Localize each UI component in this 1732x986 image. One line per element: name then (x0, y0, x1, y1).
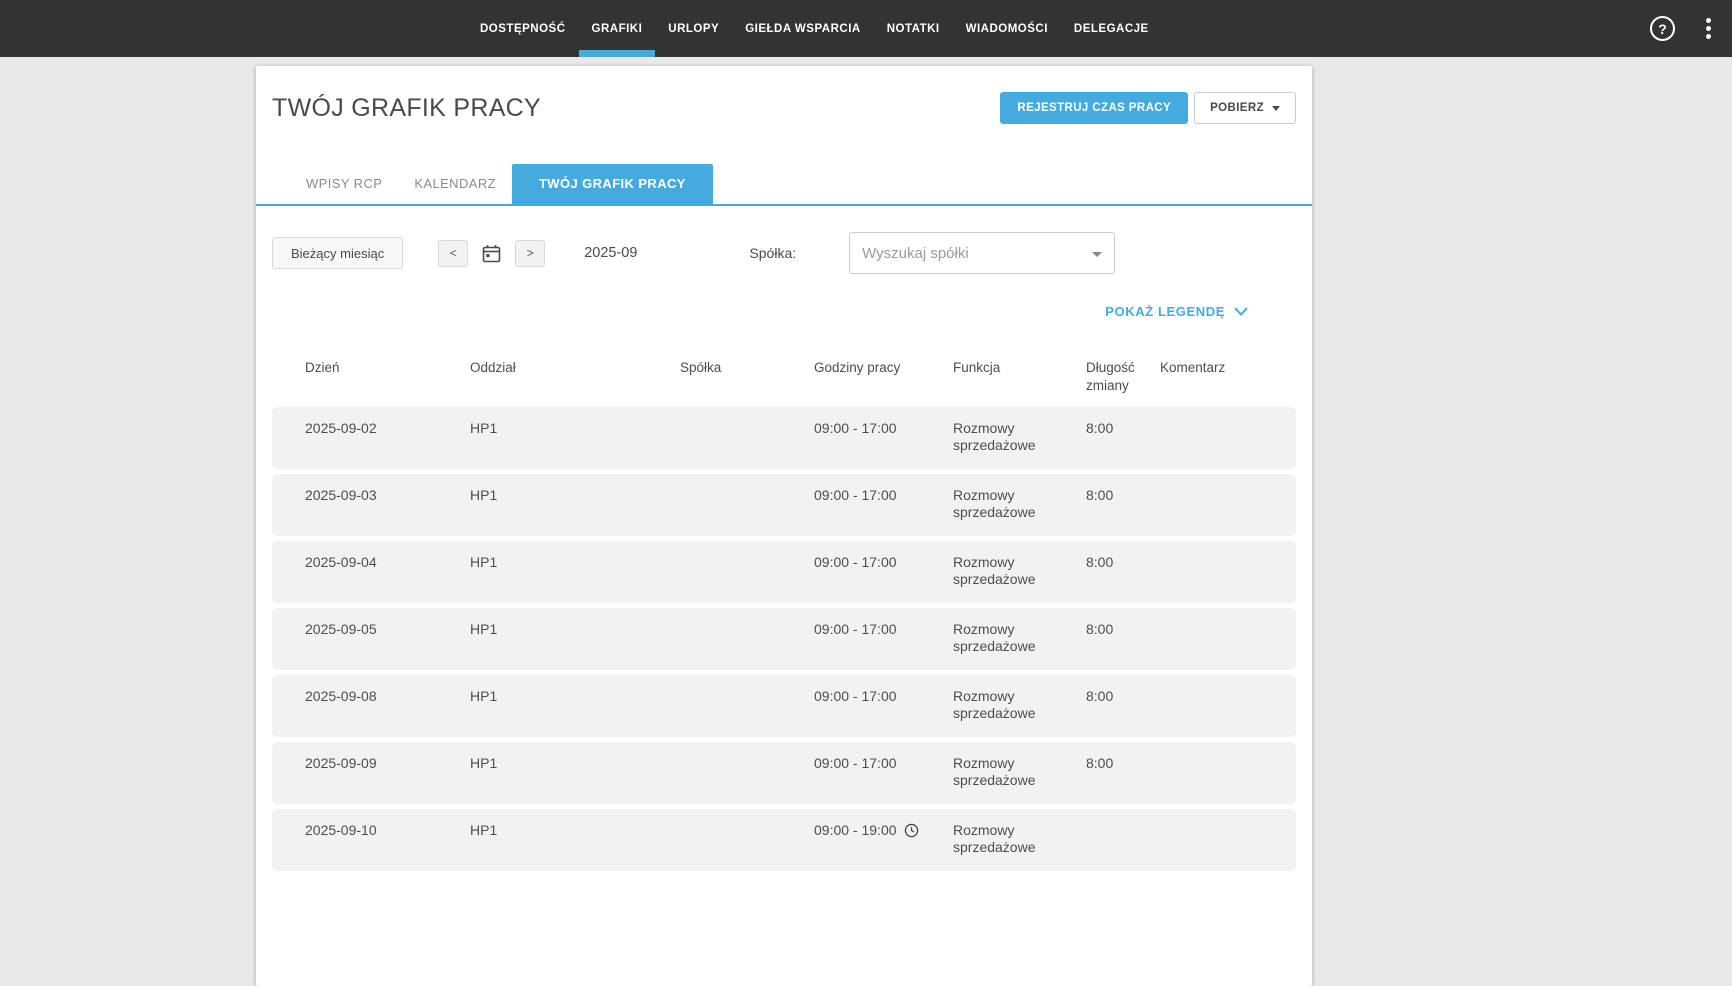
main-menu: DOSTĘPNOŚĆ GRAFIKI URLOPY GIEŁDA WSPARCI… (467, 0, 1162, 57)
cell-length: 8:00 (1086, 688, 1152, 705)
next-month-button[interactable]: > (515, 240, 545, 267)
column-header-function: Funkcja (953, 359, 1073, 377)
show-legend-label: POKAŻ LEGENDĘ (1105, 304, 1225, 319)
cell-day: 2025-09-09 (305, 755, 455, 772)
show-legend-toggle[interactable]: POKAŻ LEGENDĘ (1105, 304, 1248, 319)
cell-hours: 09:00 - 17:00 (814, 420, 954, 437)
top-navigation-bar: DOSTĘPNOŚĆ GRAFIKI URLOPY GIEŁDA WSPARCI… (0, 0, 1732, 57)
column-header-day: Dzień (305, 359, 455, 377)
cell-hours: 09:00 - 19:00 (814, 822, 954, 839)
column-header-company: Spółka (680, 359, 800, 377)
nav-item-wiadomosci[interactable]: WIADOMOŚCI (953, 0, 1061, 57)
cell-branch: HP1 (470, 621, 665, 638)
table-row: 2025-09-10 HP1 09:00 - 19:00 Rozmowy spr… (272, 809, 1296, 871)
header-buttons: REJESTRUJ CZAS PRACY POBIERZ (1000, 92, 1296, 124)
cell-day: 2025-09-10 (305, 822, 455, 839)
nav-item-gielda-wsparcia[interactable]: GIEŁDA WSPARCIA (732, 0, 873, 57)
kebab-menu-icon[interactable] (1702, 14, 1715, 43)
table-row: 2025-09-03 HP1 09:00 - 17:00 Rozmowy spr… (272, 474, 1296, 536)
nav-item-notatki[interactable]: NOTATKI (874, 0, 953, 57)
company-label: Spółka: (749, 245, 796, 261)
help-icon-glyph: ? (1658, 21, 1667, 37)
register-work-time-button[interactable]: REJESTRUJ CZAS PRACY (1000, 92, 1188, 124)
cell-hours: 09:00 - 17:00 (814, 554, 954, 571)
cell-length: 8:00 (1086, 755, 1152, 772)
column-header-hours: Godziny pracy (814, 359, 954, 377)
cell-function: Rozmowy sprzedażowe (953, 487, 1073, 521)
cell-day: 2025-09-03 (305, 487, 455, 504)
legend-row: POKAŻ LEGENDĘ (256, 304, 1312, 319)
download-button[interactable]: POBIERZ (1194, 92, 1296, 124)
schedule-controls: Bieżący miesiąc < > 2025-09 Spółka: Wysz… (256, 206, 1312, 274)
schedule-table: 2025-09-02 HP1 09:00 - 17:00 Rozmowy spr… (272, 407, 1296, 871)
cell-hours: 09:00 - 17:00 (814, 688, 954, 705)
column-header-comment: Komentarz (1160, 359, 1285, 377)
caret-down-icon (1272, 106, 1280, 111)
cell-day: 2025-09-02 (305, 420, 455, 437)
cell-hours: 09:00 - 17:00 (814, 755, 954, 772)
clock-icon[interactable] (904, 823, 919, 838)
chevron-down-icon (1092, 252, 1102, 257)
column-header-branch: Oddział (470, 359, 665, 377)
company-select[interactable]: Wyszukaj spółki (849, 232, 1115, 274)
cell-function: Rozmowy sprzedażowe (953, 554, 1073, 588)
table-row: 2025-09-02 HP1 09:00 - 17:00 Rozmowy spr… (272, 407, 1296, 469)
table-row: 2025-09-04 HP1 09:00 - 17:00 Rozmowy spr… (272, 541, 1296, 603)
card-header: TWÓJ GRAFIK PRACY REJESTRUJ CZAS PRACY P… (256, 66, 1312, 124)
table-row: 2025-09-08 HP1 09:00 - 17:00 Rozmowy spr… (272, 675, 1296, 737)
cell-day: 2025-09-05 (305, 621, 455, 638)
calendar-icon[interactable] (482, 244, 501, 263)
cell-day: 2025-09-08 (305, 688, 455, 705)
cell-branch: HP1 (470, 487, 665, 504)
tab-twoj-grafik-pracy[interactable]: TWÓJ GRAFIK PRACY (512, 164, 713, 204)
nav-item-dostepnosc[interactable]: DOSTĘPNOŚĆ (467, 0, 579, 57)
nav-item-grafiki[interactable]: GRAFIKI (579, 0, 656, 57)
cell-branch: HP1 (470, 688, 665, 705)
cell-branch: HP1 (470, 822, 665, 839)
hours-value: 09:00 - 19:00 (814, 822, 897, 839)
cell-length: 8:00 (1086, 420, 1152, 437)
nav-item-delegacje[interactable]: DELEGACJE (1061, 0, 1162, 57)
current-month-button[interactable]: Bieżący miesiąc (272, 237, 403, 269)
tab-kalendarz[interactable]: KALENDARZ (398, 164, 512, 204)
cell-hours: 09:00 - 17:00 (814, 487, 954, 504)
cell-branch: HP1 (470, 420, 665, 437)
chevron-down-icon (1234, 307, 1248, 316)
tab-wpisy-rcp[interactable]: WPISY RCP (290, 164, 398, 204)
cell-length: 8:00 (1086, 554, 1152, 571)
column-header-length: Długość zmiany (1086, 359, 1152, 395)
cell-length: 8:00 (1086, 487, 1152, 504)
work-schedule-card: TWÓJ GRAFIK PRACY REJESTRUJ CZAS PRACY P… (256, 66, 1312, 986)
table-header: Dzień Oddział Spółka Godziny pracy Funkc… (272, 355, 1296, 399)
cell-length: 8:00 (1086, 621, 1152, 638)
cell-day: 2025-09-04 (305, 554, 455, 571)
company-select-placeholder: Wyszukaj spółki (862, 245, 969, 262)
nav-item-urlopy[interactable]: URLOPY (655, 0, 732, 57)
cell-branch: HP1 (470, 554, 665, 571)
topbar-actions: ? (1650, 0, 1732, 57)
cell-branch: HP1 (470, 755, 665, 772)
tab-bar: WPISY RCP KALENDARZ TWÓJ GRAFIK PRACY (256, 164, 1312, 206)
cell-function: Rozmowy sprzedażowe (953, 822, 1073, 856)
table-row: 2025-09-09 HP1 09:00 - 17:00 Rozmowy spr… (272, 742, 1296, 804)
cell-function: Rozmowy sprzedażowe (953, 621, 1073, 655)
help-icon[interactable]: ? (1650, 16, 1675, 41)
cell-function: Rozmowy sprzedażowe (953, 755, 1073, 789)
download-button-label: POBIERZ (1210, 102, 1264, 114)
cell-function: Rozmowy sprzedażowe (953, 420, 1073, 454)
previous-month-button[interactable]: < (438, 240, 468, 267)
cell-function: Rozmowy sprzedażowe (953, 688, 1073, 722)
page-title: TWÓJ GRAFIK PRACY (272, 94, 541, 123)
table-row: 2025-09-05 HP1 09:00 - 17:00 Rozmowy spr… (272, 608, 1296, 670)
cell-hours: 09:00 - 17:00 (814, 621, 954, 638)
selected-month: 2025-09 (584, 245, 637, 261)
